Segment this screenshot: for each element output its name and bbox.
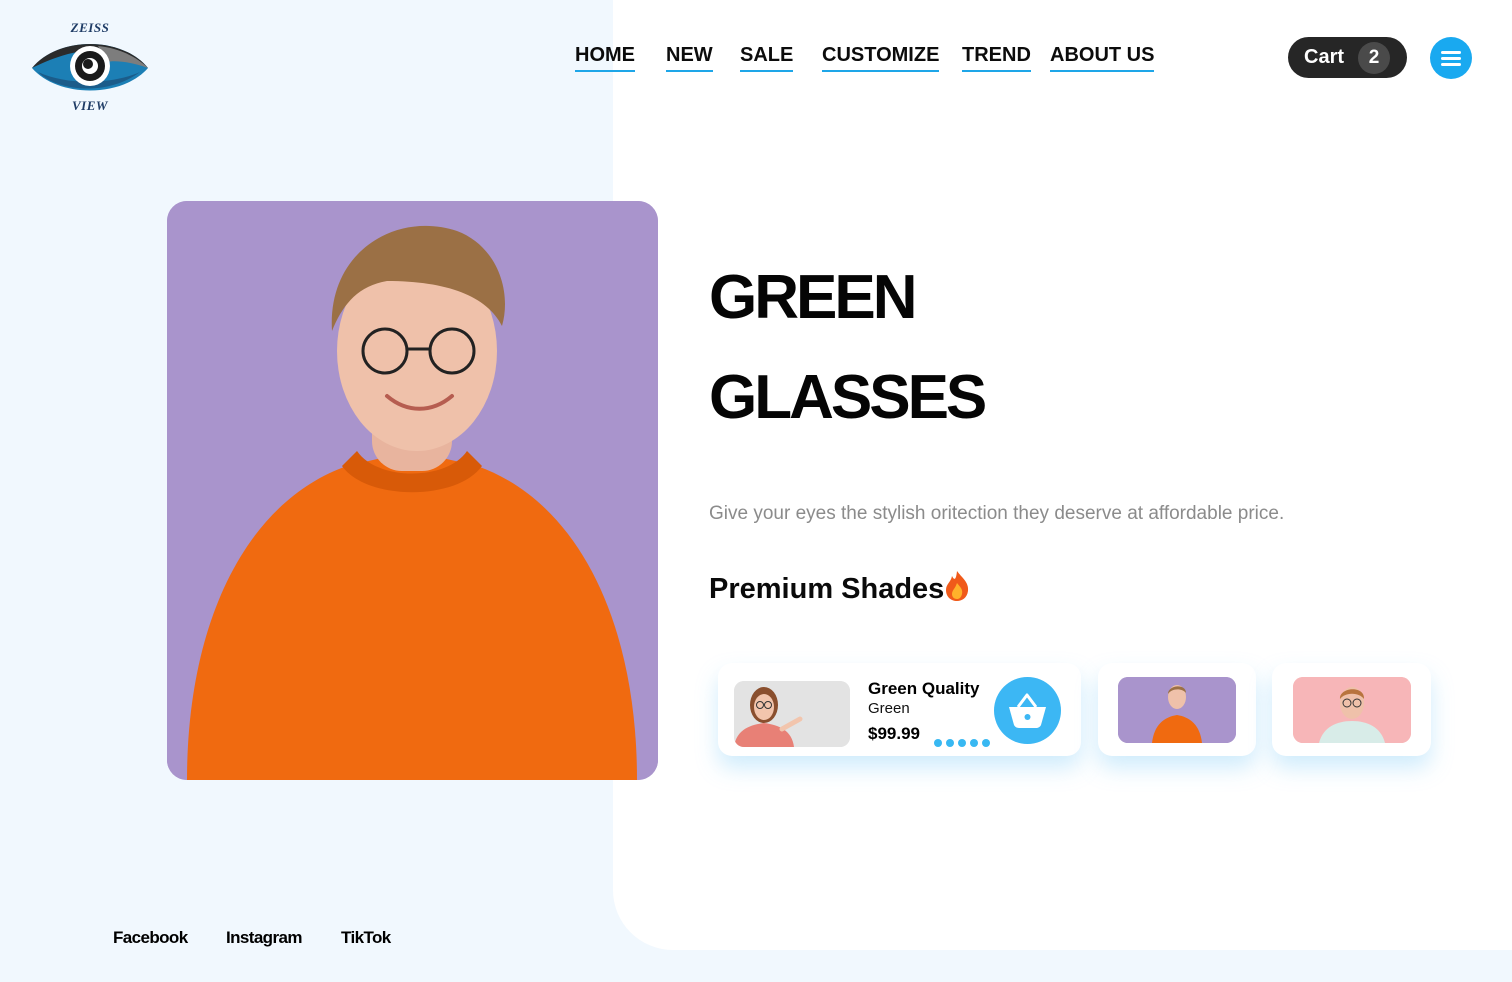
social-tiktok-link[interactable]: TikTok — [341, 928, 391, 948]
hero-product-image — [167, 201, 658, 780]
nav-customize[interactable]: CUSTOMIZE — [822, 44, 940, 72]
eye-logo-icon — [32, 44, 148, 91]
social-facebook-link[interactable]: Facebook — [113, 928, 188, 948]
product-name: Green Quality — [868, 679, 980, 698]
section-title-text: Premium Shades — [709, 573, 945, 605]
product-card-thumb-1[interactable] — [1098, 663, 1256, 756]
hero-title-line-1: GREEN — [709, 263, 917, 332]
nav-trend[interactable]: TREND — [962, 44, 1031, 72]
hero-title-line-2: GLASSES — [709, 363, 987, 432]
product-thumb-man-orange — [1118, 677, 1236, 743]
product-price: $99.99 — [868, 724, 920, 743]
add-to-basket-button[interactable] — [994, 677, 1061, 744]
shopping-basket-icon — [1009, 693, 1046, 728]
nav-sale[interactable]: SALE — [740, 44, 794, 72]
content-panel — [613, 0, 1512, 950]
nav-home[interactable]: HOME — [575, 44, 635, 72]
fire-emoji-icon — [946, 571, 969, 601]
product-thumb-woman — [734, 681, 850, 747]
product-card-featured[interactable]: Green Quality Green $99.99 — [718, 663, 1081, 756]
brand-logo[interactable]: ZEISS VIEW — [28, 18, 152, 116]
cart-count-badge: 2 — [1358, 42, 1390, 74]
social-instagram-link[interactable]: Instagram — [226, 928, 302, 948]
product-color: Green — [868, 700, 910, 717]
section-title-premium: Premium Shades — [709, 570, 970, 606]
hamburger-menu-icon[interactable] — [1430, 37, 1472, 79]
product-thumb-man-pink — [1293, 677, 1411, 743]
rating-dots — [934, 734, 994, 752]
logo-text-bottom: VIEW — [72, 98, 108, 113]
nav-about-us[interactable]: ABOUT US — [1050, 44, 1155, 72]
nav-new[interactable]: NEW — [666, 44, 713, 72]
product-card-thumb-2[interactable] — [1272, 663, 1431, 756]
cart-label: Cart — [1304, 46, 1345, 68]
cart-button[interactable]: Cart 2 — [1288, 37, 1407, 78]
hero-subtitle: Give your eyes the stylish oritection th… — [709, 503, 1285, 524]
